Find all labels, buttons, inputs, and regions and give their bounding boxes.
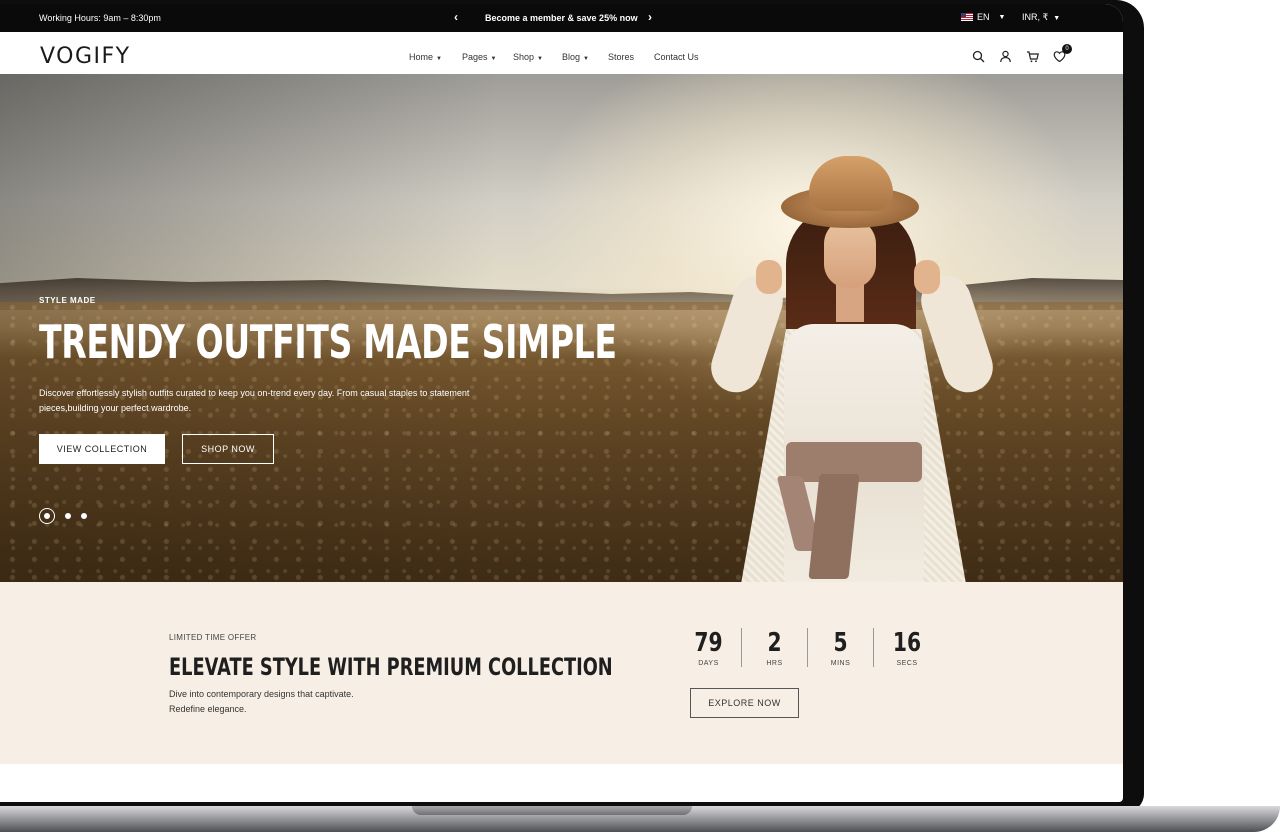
nav-label: Shop	[513, 52, 535, 62]
hero-banner: STYLE MADE TRENDY OUTFITS MADE SIMPLE Di…	[0, 74, 1123, 582]
chevron-down-icon: ▼	[490, 56, 497, 62]
laptop-notch	[412, 806, 692, 815]
nav-label: Pages	[462, 52, 488, 62]
countdown-seconds-label: SECS	[896, 660, 918, 667]
chevron-down-icon: ▼	[1053, 15, 1061, 22]
header-icons: 0	[972, 44, 1072, 63]
nav-label: Blog	[562, 52, 581, 62]
site-logo[interactable]: VOGIFY	[40, 44, 131, 69]
browser-screen: Working Hours: 9am – 8:30pm ‹ Become a m…	[0, 4, 1123, 802]
nav-item-contact-us[interactable]: Contact Us	[654, 52, 699, 62]
limited-offer-section: LIMITED TIME OFFER ELEVATE STYLE WITH PR…	[0, 582, 1123, 764]
user-icon[interactable]	[999, 50, 1012, 63]
offer-eyebrow: LIMITED TIME OFFER	[169, 633, 257, 642]
hero-content: STYLE MADE TRENDY OUTFITS MADE SIMPLE Di…	[39, 296, 841, 524]
wishlist-count-badge: 0	[1062, 44, 1072, 54]
slider-dot-1[interactable]	[39, 508, 55, 524]
wishlist-icon[interactable]: 0	[1053, 44, 1072, 63]
chevron-down-icon: ▼	[436, 56, 442, 62]
countdown-minutes-value: 5	[833, 628, 848, 658]
cart-icon[interactable]	[1026, 50, 1039, 63]
site-header: VOGIFY Home ▼ Pages ▼ Shop ▼ Blog ▼ Stores C…	[0, 32, 1123, 74]
promo-prev-arrow-icon[interactable]: ‹	[454, 10, 458, 24]
countdown-seconds: 16 SECS	[874, 628, 940, 667]
promo-text: Become a member & save 25% now	[485, 13, 638, 23]
laptop-frame: Working Hours: 9am – 8:30pm ‹ Become a m…	[0, 0, 1144, 812]
hero-title: TRENDY OUTFITS MADE SIMPLE	[39, 315, 617, 369]
announcement-bar: Working Hours: 9am – 8:30pm ‹ Become a m…	[0, 4, 1123, 32]
slider-dot-2[interactable]	[65, 513, 71, 519]
countdown-days-value: 79	[694, 628, 723, 658]
us-flag-icon	[961, 13, 973, 21]
currency-label: INR, ₹	[1022, 12, 1049, 22]
chevron-down-icon: ▼	[537, 56, 543, 62]
hero-description: Discover effortlessly stylish outfits cu…	[39, 388, 470, 413]
countdown-hours-label: HRS	[766, 660, 783, 667]
chevron-down-icon: ▼	[998, 13, 1006, 21]
countdown-seconds-value: 16	[892, 628, 922, 658]
countdown-days-label: DAYS	[698, 660, 719, 667]
search-icon[interactable]	[972, 50, 985, 63]
slider-dot-3[interactable]	[81, 513, 87, 519]
offer-description-line-2: Redefine elegance.	[169, 704, 247, 714]
language-label: EN	[977, 12, 990, 22]
countdown-minutes-label: MINS	[830, 660, 851, 667]
hero-eyebrow: STYLE MADE	[39, 296, 96, 305]
view-collection-button[interactable]: VIEW COLLECTION	[39, 434, 165, 464]
offer-description-line-1: Dive into contemporary designs that capt…	[169, 689, 354, 699]
slider-pagination	[39, 508, 87, 524]
promo-next-arrow-icon[interactable]: ›	[648, 10, 652, 24]
nav-item-home[interactable]: Home ▼	[409, 52, 462, 62]
chevron-down-icon: ▼	[583, 56, 589, 62]
countdown-hours: 2 HRS	[742, 628, 808, 667]
explore-now-button[interactable]: EXPLORE NOW	[690, 688, 799, 718]
nav-label: Home	[409, 52, 434, 62]
nav-item-pages[interactable]: Pages ▼	[462, 52, 513, 62]
countdown-days: 79 DAYS	[676, 628, 742, 667]
offer-description: Dive into contemporary designs that capt…	[169, 687, 389, 717]
working-hours: Working Hours: 9am – 8:30pm	[39, 13, 161, 23]
nav-item-blog[interactable]: Blog ▼	[562, 52, 608, 62]
countdown-minutes: 5 MINS	[808, 628, 874, 667]
shop-now-button[interactable]: SHOP NOW	[182, 434, 274, 464]
main-nav: Home ▼ Pages ▼ Shop ▼ Blog ▼ Stores Contact …	[409, 52, 699, 62]
language-selector[interactable]: EN ▼	[961, 12, 1005, 22]
hero-buttons: VIEW COLLECTION SHOP NOW	[39, 434, 274, 464]
offer-title: ELEVATE STYLE WITH PREMIUM COLLECTION	[169, 653, 613, 681]
nav-item-stores[interactable]: Stores	[608, 52, 654, 62]
nav-item-shop[interactable]: Shop ▼	[513, 52, 562, 62]
currency-selector[interactable]: INR, ₹ ▼	[1022, 12, 1060, 23]
countdown-hours-value: 2	[767, 628, 782, 658]
countdown-timer: 79 DAYS 2 HRS 5 MINS 16 SECS	[676, 628, 940, 667]
